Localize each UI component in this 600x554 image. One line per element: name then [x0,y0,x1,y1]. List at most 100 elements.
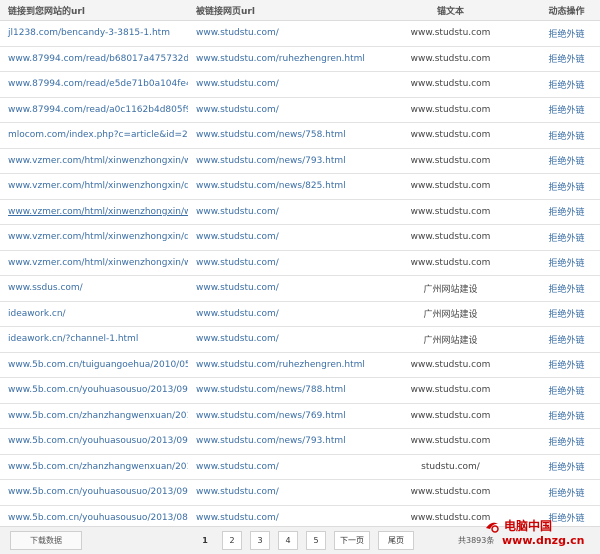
table-row: mlocom.com/index.php?c=article&id=215 www… [0,123,600,149]
source-url-link[interactable]: www.87994.com/read/a0c1162b4d805f9122 [0,105,188,115]
target-url-link[interactable]: www.studstu.com/ruhezhengren.html [188,360,368,370]
download-data-button[interactable]: 下载数据 [10,531,82,550]
table-row: www.87994.com/read/b68017a475732da33cwww… [0,47,600,72]
anchor-text: www.studstu.com [410,104,491,115]
reject-link-button[interactable]: 拒绝外链 [533,27,600,40]
table-row: www.5b.com.cn/youhuasousuo/2013/09/09/ww… [0,480,600,506]
reject-link-button[interactable]: 拒绝外链 [533,129,600,142]
reject-link-button[interactable]: 拒绝外链 [533,78,600,91]
table-row: www.5b.com.cn/zhanzhangwenxuan/2013/12ww… [0,455,600,480]
anchor-text: www.studstu.com [410,28,491,39]
anchor-text: www.studstu.com [410,79,491,90]
page-1[interactable]: 1 [196,532,214,549]
source-url-link[interactable]: www.5b.com.cn/zhanzhangwenxuan/2013/08 [0,411,188,421]
reject-link-button[interactable]: 拒绝外链 [533,103,600,116]
target-url-link[interactable]: www.studstu.com/news/825.html [188,181,368,191]
source-url-link[interactable]: www.ssdus.com/ [0,283,188,293]
anchor-text: www.studstu.com [410,206,491,217]
target-url-link[interactable]: www.studstu.com/ruhezhengren.html [188,54,368,64]
source-url-link[interactable]: www.5b.com.cn/zhanzhangwenxuan/2013/12 [0,462,188,472]
reject-link-button[interactable]: 拒绝外链 [533,511,600,524]
target-url-link[interactable]: www.studstu.com/ [188,487,368,497]
source-url-link[interactable]: www.5b.com.cn/youhuasousuo/2013/08/04/ [0,513,188,523]
target-url-link[interactable]: www.studstu.com/ [188,309,368,319]
anchor-text: www.studstu.com [410,410,491,421]
source-url-link[interactable]: www.vzmer.com/html/xinwenzhongxin/wang [0,207,188,217]
reject-link-button[interactable]: 拒绝外链 [533,384,600,397]
table-footer: 下载数据 1 2 3 4 5 下一页 尾页 共3893条 [0,526,600,554]
source-url-link[interactable]: www.5b.com.cn/youhuasousuo/2013/09/09/ [0,487,188,497]
reject-link-button[interactable]: 拒绝外链 [533,52,600,65]
next-page-button[interactable]: 下一页 [334,531,370,550]
reject-link-button[interactable]: 拒绝外链 [533,180,600,193]
anchor-text: www.studstu.com [410,385,491,396]
header-source-url: 链接到您网站的url [8,6,85,17]
anchor-text: www.studstu.com [410,512,491,523]
page-3[interactable]: 3 [250,531,270,550]
target-url-link[interactable]: www.studstu.com/news/793.html [188,436,368,446]
table-row: www.5b.com.cn/zhanzhangwenxuan/2013/08ww… [0,404,600,429]
page-4[interactable]: 4 [278,531,298,550]
header-action: 动态操作 [548,6,585,17]
reject-link-button[interactable]: 拒绝外链 [533,333,600,346]
target-url-link[interactable]: www.studstu.com/ [188,513,368,523]
table-body: jl1238.com/bencandy-3-3815-1.htm www.stud… [0,21,600,531]
source-url-link[interactable]: www.vzmer.com/html/xinwenzhongxin/wang [0,258,188,268]
reject-link-button[interactable]: 拒绝外链 [533,231,600,244]
source-url-link[interactable]: ideawork.cn/ [0,309,188,319]
source-url-link[interactable]: www.87994.com/read/e5de71b0a104fe4ae5 [0,79,188,89]
anchor-text: studstu.com/ [421,461,480,472]
reject-link-button[interactable]: 拒绝外链 [533,409,600,422]
backlink-table: 链接到您网站的url 被链接网页url 锚文本 动态操作 jl1238.com/… [0,0,600,531]
reject-link-button[interactable]: 拒绝外链 [533,460,600,473]
target-url-link[interactable]: www.studstu.com/news/758.html [188,130,368,140]
source-url-link[interactable]: www.vzmer.com/html/xinwenzhongxin/dianz [0,181,188,191]
anchor-text: www.studstu.com [410,487,491,498]
target-url-link[interactable]: www.studstu.com/ [188,232,368,242]
source-url-link[interactable]: www.5b.com.cn/youhuasousuo/2013/09/23/ [0,436,188,446]
reject-link-button[interactable]: 拒绝外链 [533,154,600,167]
source-url-link[interactable]: www.5b.com.cn/tuiguangoehua/2010/05/21/ [0,360,188,370]
anchor-text: www.studstu.com [410,359,491,370]
target-url-link[interactable]: www.studstu.com/ [188,462,368,472]
source-url-link[interactable]: mlocom.com/index.php?c=article&id=215 [0,130,188,140]
target-url-link[interactable]: www.studstu.com/ [188,28,368,38]
table-row: ideawork.cn/www.studstu.com/广州网站建设 拒绝外链 [0,302,600,327]
table-row: www.vzmer.com/html/xinwenzhongxin/dianzw… [0,225,600,251]
anchor-text: www.studstu.com [410,257,491,268]
source-url-link[interactable]: jl1238.com/bencandy-3-3815-1.htm [0,28,188,38]
pagination: 1 2 3 4 5 下一页 尾页 [196,531,422,550]
source-url-link[interactable]: www.87994.com/read/b68017a475732da33c [0,54,188,64]
reject-link-button[interactable]: 拒绝外链 [533,282,600,295]
reject-link-button[interactable]: 拒绝外链 [533,205,600,218]
target-url-link[interactable]: www.studstu.com/ [188,334,368,344]
target-url-link[interactable]: www.studstu.com/ [188,283,368,293]
table-row: www.5b.com.cn/youhuasousuo/2013/09/23/ww… [0,429,600,455]
page-5[interactable]: 5 [306,531,326,550]
target-url-link[interactable]: www.studstu.com/news/788.html [188,385,368,395]
reject-link-button[interactable]: 拒绝外链 [533,435,600,448]
page-2[interactable]: 2 [222,531,242,550]
table-row: ideawork.cn/?channel-1.html www.studstu.c… [0,327,600,353]
target-url-link[interactable]: www.studstu.com/ [188,207,368,217]
table-row: www.vzmer.com/html/xinwenzhongxin/wangww… [0,149,600,174]
table-row: www.87994.com/read/e5de71b0a104fe4ae5www… [0,72,600,98]
target-url-link[interactable]: www.studstu.com/ [188,79,368,89]
source-url-link[interactable]: www.vzmer.com/html/xinwenzhongxin/dianz [0,232,188,242]
table-row: www.5b.com.cn/tuiguangoehua/2010/05/21/w… [0,353,600,378]
reject-link-button[interactable]: 拒绝外链 [533,307,600,320]
last-page-button[interactable]: 尾页 [378,531,414,550]
target-url-link[interactable]: www.studstu.com/ [188,258,368,268]
target-url-link[interactable]: www.studstu.com/ [188,105,368,115]
source-url-link[interactable]: www.5b.com.cn/youhuasousuo/2013/09/09/ [0,385,188,395]
source-url-link[interactable]: www.vzmer.com/html/xinwenzhongxin/wang [0,156,188,166]
reject-link-button[interactable]: 拒绝外链 [533,358,600,371]
anchor-text: 广州网站建设 [423,335,478,346]
target-url-link[interactable]: www.studstu.com/news/769.html [188,411,368,421]
reject-link-button[interactable]: 拒绝外链 [533,486,600,499]
anchor-text: 广州网站建设 [423,284,478,295]
anchor-text: www.studstu.com [410,181,491,192]
source-url-link[interactable]: ideawork.cn/?channel-1.html [0,334,188,344]
target-url-link[interactable]: www.studstu.com/news/793.html [188,156,368,166]
reject-link-button[interactable]: 拒绝外链 [533,256,600,269]
